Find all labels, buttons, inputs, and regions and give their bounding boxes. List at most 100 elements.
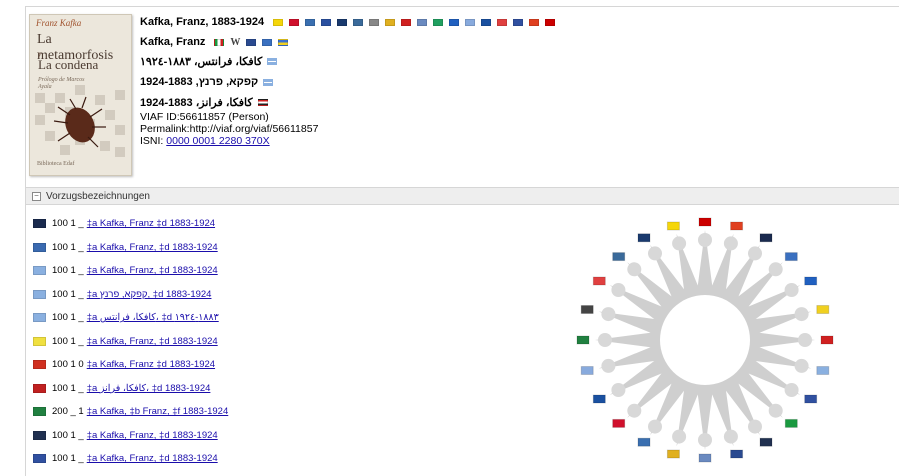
- wheel-node: [648, 419, 662, 434]
- source-flag-icon: [612, 252, 626, 262]
- wheel-node: [748, 419, 762, 434]
- heading-link[interactable]: ‡a Kafka, Franz ‡d 1883-1924: [87, 218, 215, 229]
- source-flag-icon: [759, 233, 773, 243]
- cover-prologue: Prólogo de Marcos Ayala: [38, 77, 85, 90]
- source-flag-icon: [33, 407, 46, 417]
- source-flag-icon[interactable]: [305, 18, 316, 26]
- alt-name-2-line: كافكا، فرانتس، ١٨٨٣-١٩٢٤: [140, 55, 278, 68]
- wheel-node: [784, 383, 799, 397]
- source-flag-icon[interactable]: [465, 18, 476, 26]
- wheel-node: [698, 233, 712, 247]
- source-flag-icon: [33, 289, 46, 299]
- section-header-preferred-forms[interactable]: − Vorzugsbezeichnungen: [26, 187, 899, 205]
- collapse-toggle-icon[interactable]: −: [32, 191, 41, 201]
- alt-name-3-line: קפקא, פרנץ, 1924-1883: [140, 76, 274, 88]
- source-flag-icon[interactable]: [273, 18, 284, 26]
- source-flag-icon[interactable]: [321, 18, 332, 26]
- source-flag-icon: [698, 217, 712, 227]
- source-flag-icon[interactable]: [289, 18, 300, 26]
- alt-name-4-line: كافكا، فرانز، 1883-1924: [140, 96, 268, 109]
- alt-name-1: Kafka, Franz: [140, 36, 206, 48]
- heading-link[interactable]: ‡a Kafka, Franz, ‡d 1883-1924: [87, 430, 218, 441]
- source-wheel-graphic: [560, 210, 850, 469]
- list-item: 100 1 _ ‡a Kafka, Franz, ‡d 1883-1924: [33, 447, 333, 471]
- sweden-flag-icon: [262, 38, 273, 46]
- source-flag-icon: [804, 276, 818, 286]
- marc-field: 100 1 0: [52, 359, 84, 371]
- source-flag-icon[interactable]: [529, 18, 540, 26]
- wheel-node: [798, 333, 812, 347]
- source-flag-icon[interactable]: [497, 18, 508, 26]
- source-flag-icon[interactable]: [385, 18, 396, 26]
- source-flag-icon[interactable]: [545, 18, 556, 26]
- wheel-node: [611, 383, 626, 397]
- source-flag-icon: [804, 394, 818, 404]
- record-heading-line: Kafka, Franz, 1883-1924: [140, 16, 556, 28]
- source-flag-icon[interactable]: [353, 18, 364, 26]
- source-flag-icon: [592, 394, 606, 404]
- marc-field: 100 1 _: [52, 312, 84, 324]
- heading-link[interactable]: ‡a Kafka, Franz ‡d 1883-1924: [87, 359, 215, 370]
- wheel-node: [627, 403, 642, 418]
- source-flag-icon[interactable]: [481, 18, 492, 26]
- list-item: 100 1 _ ‡a Kafka, Franz, ‡d 1883-1924: [33, 236, 333, 260]
- heading-link[interactable]: ‡a كافكا، فرانز، ‡d 1883-1924: [87, 383, 211, 394]
- israel-flag-icon: [263, 78, 274, 86]
- heading-link[interactable]: ‡a Kafka, Franz, ‡d 1883-1924: [87, 453, 218, 464]
- source-flag-icon: [592, 276, 606, 286]
- heading-link[interactable]: ‡a קפקא, פרנץ, ‡d 1883-1924: [87, 289, 212, 300]
- cover-title-2: La condena: [38, 57, 99, 72]
- wheel-node: [784, 283, 799, 297]
- marc-field: 100 1 _: [52, 288, 84, 300]
- wheel-node: [672, 429, 687, 444]
- source-flag-icon[interactable]: [513, 18, 524, 26]
- wheel-node: [601, 358, 616, 373]
- scotland-flag-icon: [246, 38, 257, 46]
- ukraine-flag-icon: [278, 38, 289, 46]
- alt-name-1-line: Kafka, Franz W: [140, 36, 289, 48]
- record-heading: Kafka, Franz, 1883-1924: [140, 16, 265, 28]
- wheel-node: [698, 433, 712, 447]
- wheel-node: [648, 246, 662, 261]
- heading-link[interactable]: ‡a Kafka, Franz, ‡d 1883-1924: [87, 336, 218, 347]
- source-flag-icon[interactable]: [417, 18, 428, 26]
- heading-link[interactable]: ‡a Kafka, ‡b Franz, ‡f 1883-1924: [87, 406, 229, 417]
- source-flag-icon: [33, 360, 46, 370]
- heading-link[interactable]: ‡a كافكا، فرانتس، ‡d ١٨٨٣-١٩٢٤: [87, 312, 219, 323]
- source-flag-icon[interactable]: [369, 18, 380, 26]
- source-flag-icon[interactable]: [433, 18, 444, 26]
- cover-publisher: Biblioteca Edaf: [37, 161, 75, 167]
- source-flag-icon: [580, 305, 594, 314]
- wheel-star-shape: [576, 217, 834, 463]
- wheel-node: [627, 262, 642, 277]
- source-flag-icon: [820, 335, 834, 345]
- cover-author: Franz Kafka: [36, 18, 82, 28]
- source-flag-icon[interactable]: [449, 18, 460, 26]
- marc-field: 100 1 _: [52, 382, 84, 394]
- wheel-node: [794, 307, 809, 322]
- viaf-id-line: VIAF ID:56611857 (Person): [140, 112, 269, 123]
- wheel-node: [723, 429, 738, 444]
- heading-source-flags: [273, 18, 556, 26]
- marc-field: 200 _ 1: [52, 406, 84, 418]
- heading-link[interactable]: ‡a Kafka, Franz, ‡d 1883-1924: [87, 265, 218, 276]
- marc-field: 100 1 _: [52, 265, 84, 277]
- list-item: 100 1 _ ‡a קפקא, פרנץ, ‡d 1883-1924: [33, 283, 333, 307]
- list-item: 100 1 _ ‡a Kafka, Franz ‡d 1883-1924: [33, 212, 333, 236]
- source-flag-icon: [759, 437, 773, 447]
- italy-flag-icon: [214, 38, 225, 46]
- permalink[interactable]: Permalink:http://viaf.org/viaf/56611857: [140, 124, 318, 135]
- marc-field: 100 1 _: [52, 453, 84, 465]
- source-flag-icon: [784, 252, 798, 262]
- source-flag-icon: [33, 266, 46, 276]
- heading-link[interactable]: ‡a Kafka, Franz, ‡d 1883-1924: [87, 242, 218, 253]
- wheel-node: [611, 283, 626, 297]
- list-item: 100 1 _ ‡a كافكا، فرانتس، ‡d ١٨٨٣-١٩٢٤: [33, 306, 333, 330]
- source-flag-icon: [666, 221, 680, 231]
- list-item: 100 1 _ ‡a Kafka, Franz, ‡d 1883-1924: [33, 424, 333, 448]
- source-flag-icon[interactable]: [337, 18, 348, 26]
- wheel-node: [794, 358, 809, 373]
- source-flag-icon: [612, 418, 626, 428]
- source-flag-icon[interactable]: [401, 18, 412, 26]
- isni-link[interactable]: 0000 0001 2280 370X: [166, 135, 269, 147]
